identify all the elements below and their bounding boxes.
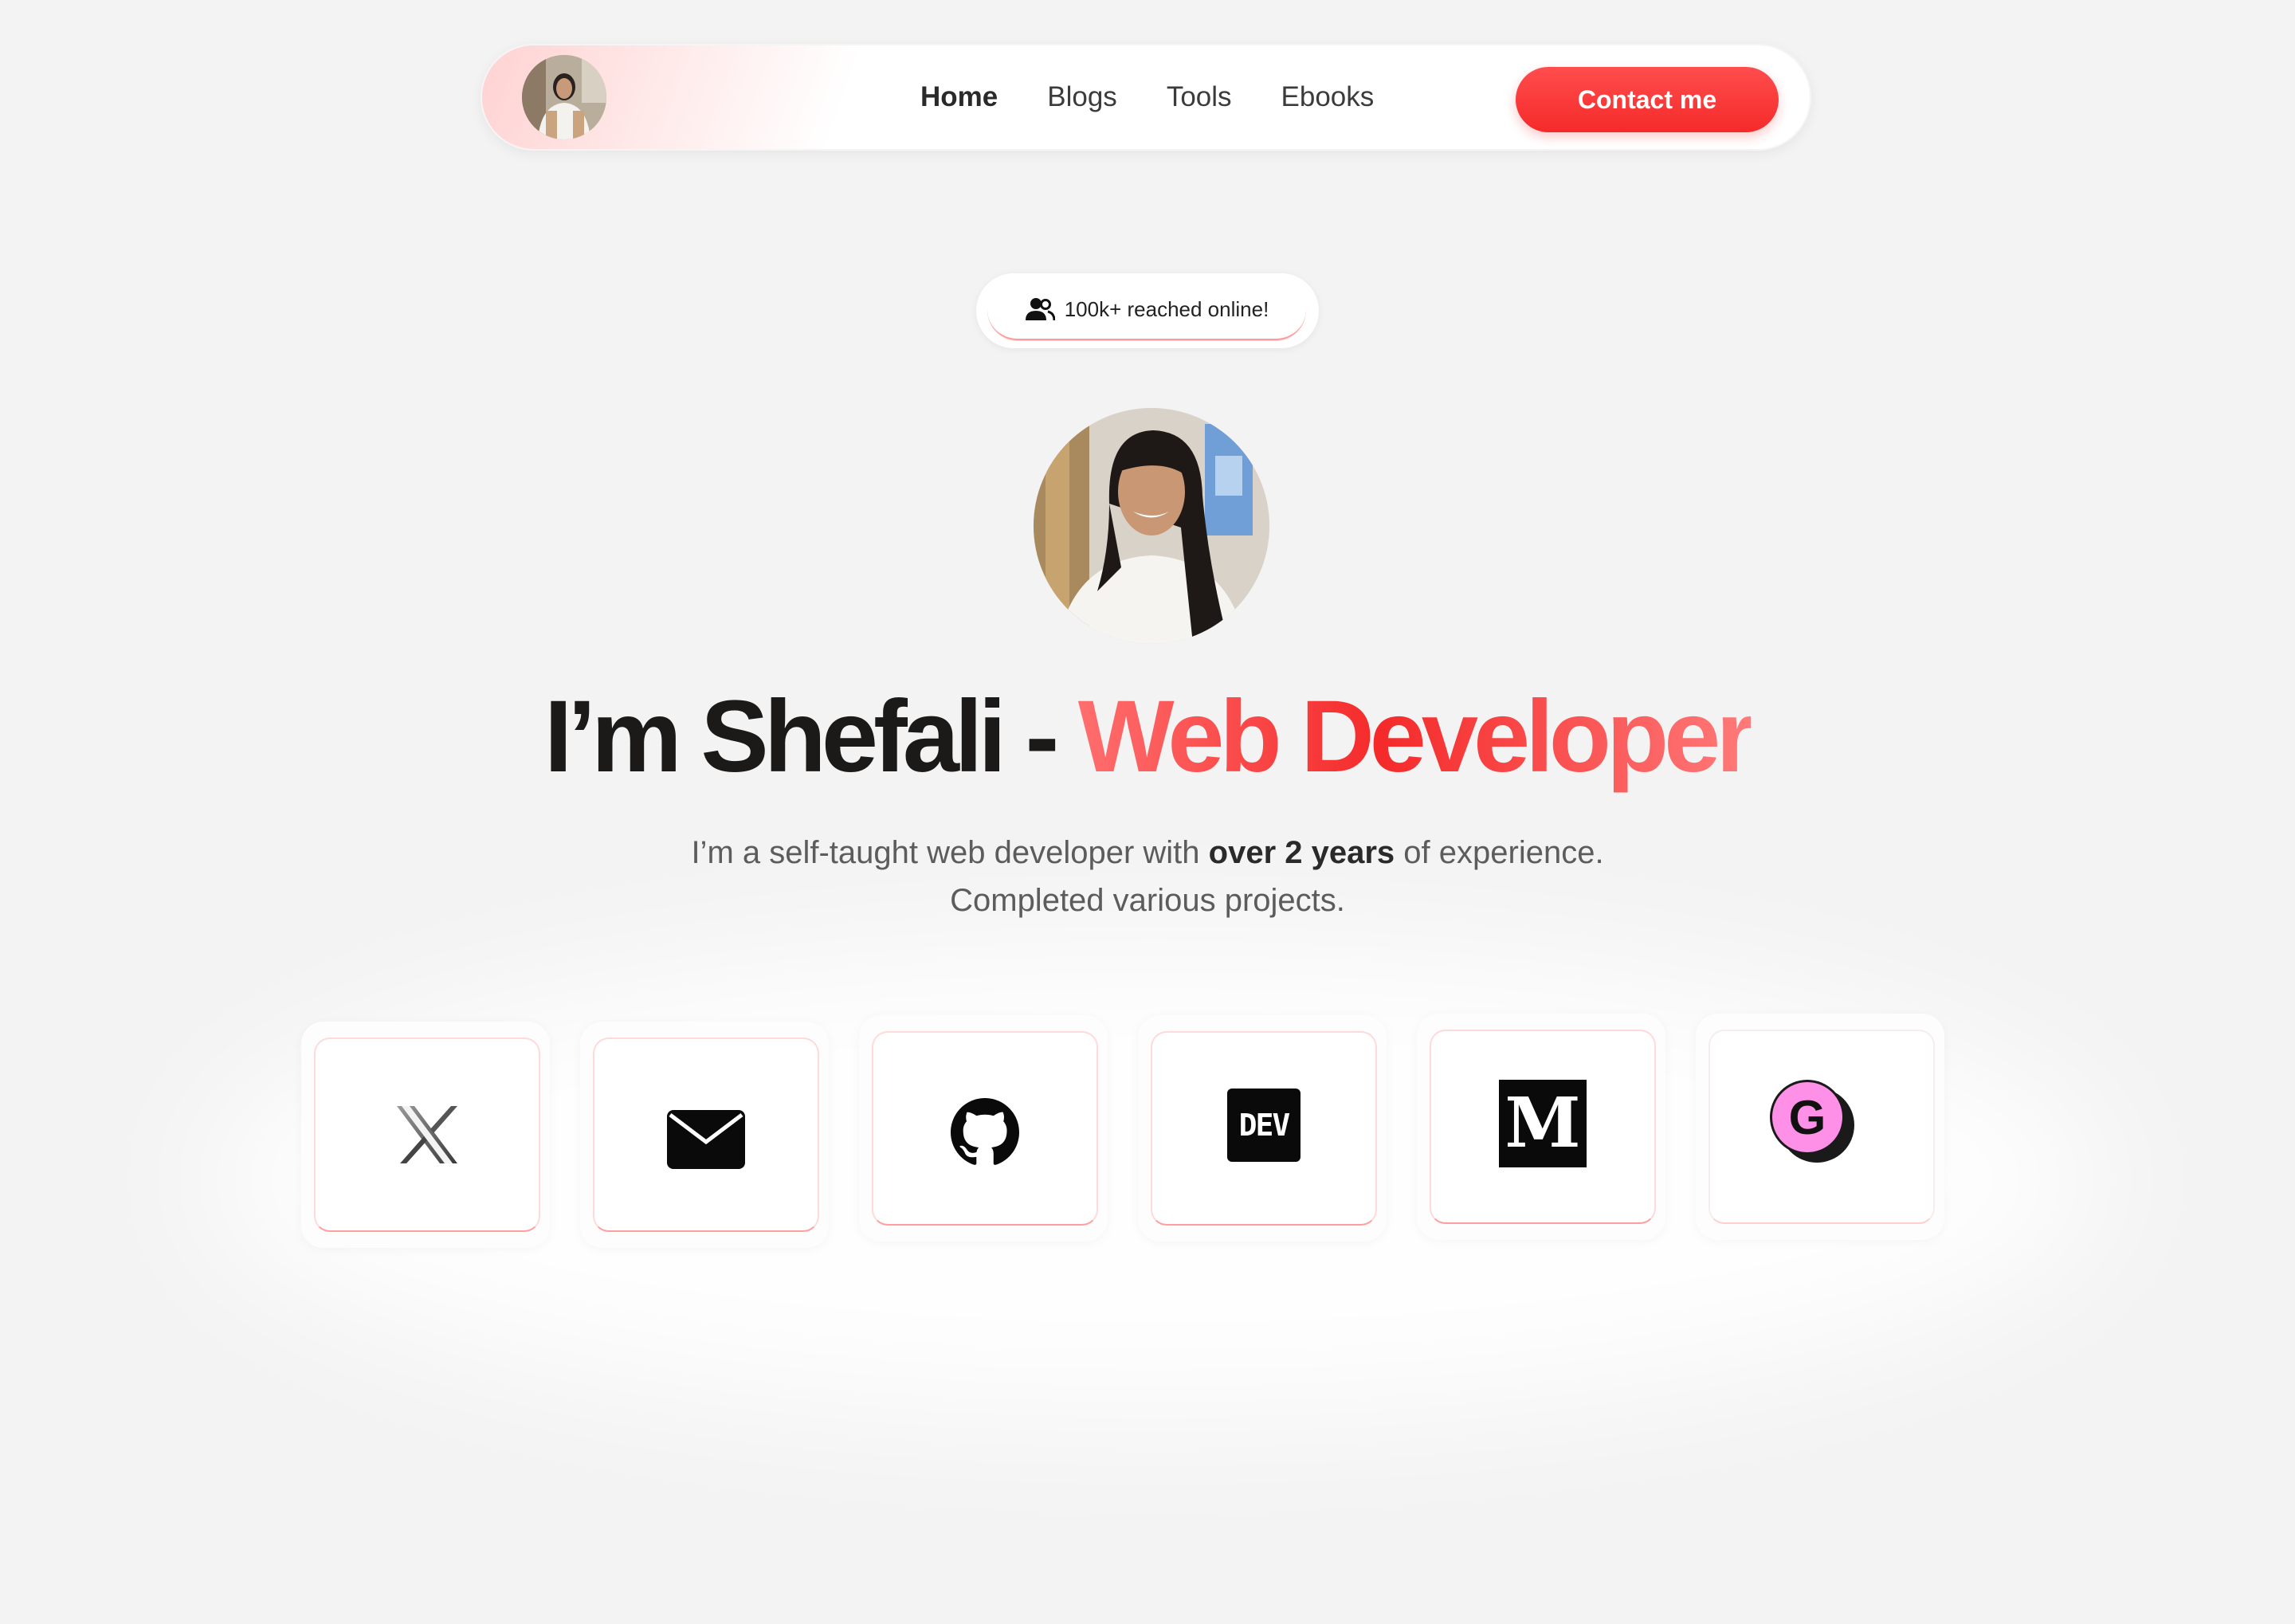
social-card-gumroad[interactable]: G [1696,1014,1944,1240]
medium-icon: M [1499,1080,1587,1167]
nav-blogs[interactable]: Blogs [1047,81,1117,113]
nav-home[interactable]: Home [920,81,998,113]
social-card-medium[interactable]: M [1417,1014,1665,1240]
reach-badge-text: 100k+ reached online! [1064,296,1269,321]
social-card-github[interactable] [859,1015,1108,1242]
social-card-x[interactable] [301,1022,550,1248]
hero-subtitle-line1: I’m a self-taught web developer with ove… [0,829,2295,877]
social-card-inner [314,1038,540,1232]
nav-links: Home Blogs Tools Ebooks [920,45,1374,149]
nav-ebooks[interactable]: Ebooks [1281,81,1375,113]
social-card-dev[interactable]: DEV [1138,1015,1387,1242]
contact-button[interactable]: Contact me [1516,67,1779,132]
hero-subtitle: I’m a self-taught web developer with ove… [0,829,2295,924]
dev-icon-label: DEV [1238,1108,1291,1143]
x-icon [395,1104,459,1165]
subtitle-text-end: of experience. [1395,835,1604,870]
profile-photo [1034,408,1269,644]
nav-tools[interactable]: Tools [1167,81,1232,113]
social-card-inner [593,1038,819,1232]
dev-icon: DEV [1227,1089,1300,1162]
gumroad-icon-label: G [1788,1090,1826,1144]
subtitle-highlight: over 2 years [1208,835,1395,870]
reach-badge-inner: 100k+ reached online! [987,280,1306,340]
hero-title-name: I’m Shefali - [543,680,1078,794]
social-card-inner: DEV [1151,1031,1377,1226]
social-card-mail[interactable] [580,1022,829,1248]
github-icon [950,1098,1020,1167]
navbar: Home Blogs Tools Ebooks Contact me [481,44,1811,151]
medium-icon-label: M [1504,1083,1581,1163]
subtitle-text: I’m a self-taught web developer with [691,835,1209,870]
hero-subtitle-line2: Completed various projects. [950,883,1345,918]
reach-badge: 100k+ reached online! [976,273,1319,348]
social-card-inner: G [1708,1030,1935,1224]
users-icon [1025,297,1055,321]
hero-title-role: Web Developer [1077,680,1756,794]
social-card-inner: M [1430,1030,1656,1224]
mail-icon [667,1110,745,1169]
social-card-inner [872,1031,1098,1226]
hero-title: I’m Shefali - Web Developer [0,677,2295,797]
gumroad-icon: G [1770,1080,1858,1167]
nav-avatar[interactable] [522,55,606,139]
gumroad-icon-badge: G [1770,1080,1845,1155]
